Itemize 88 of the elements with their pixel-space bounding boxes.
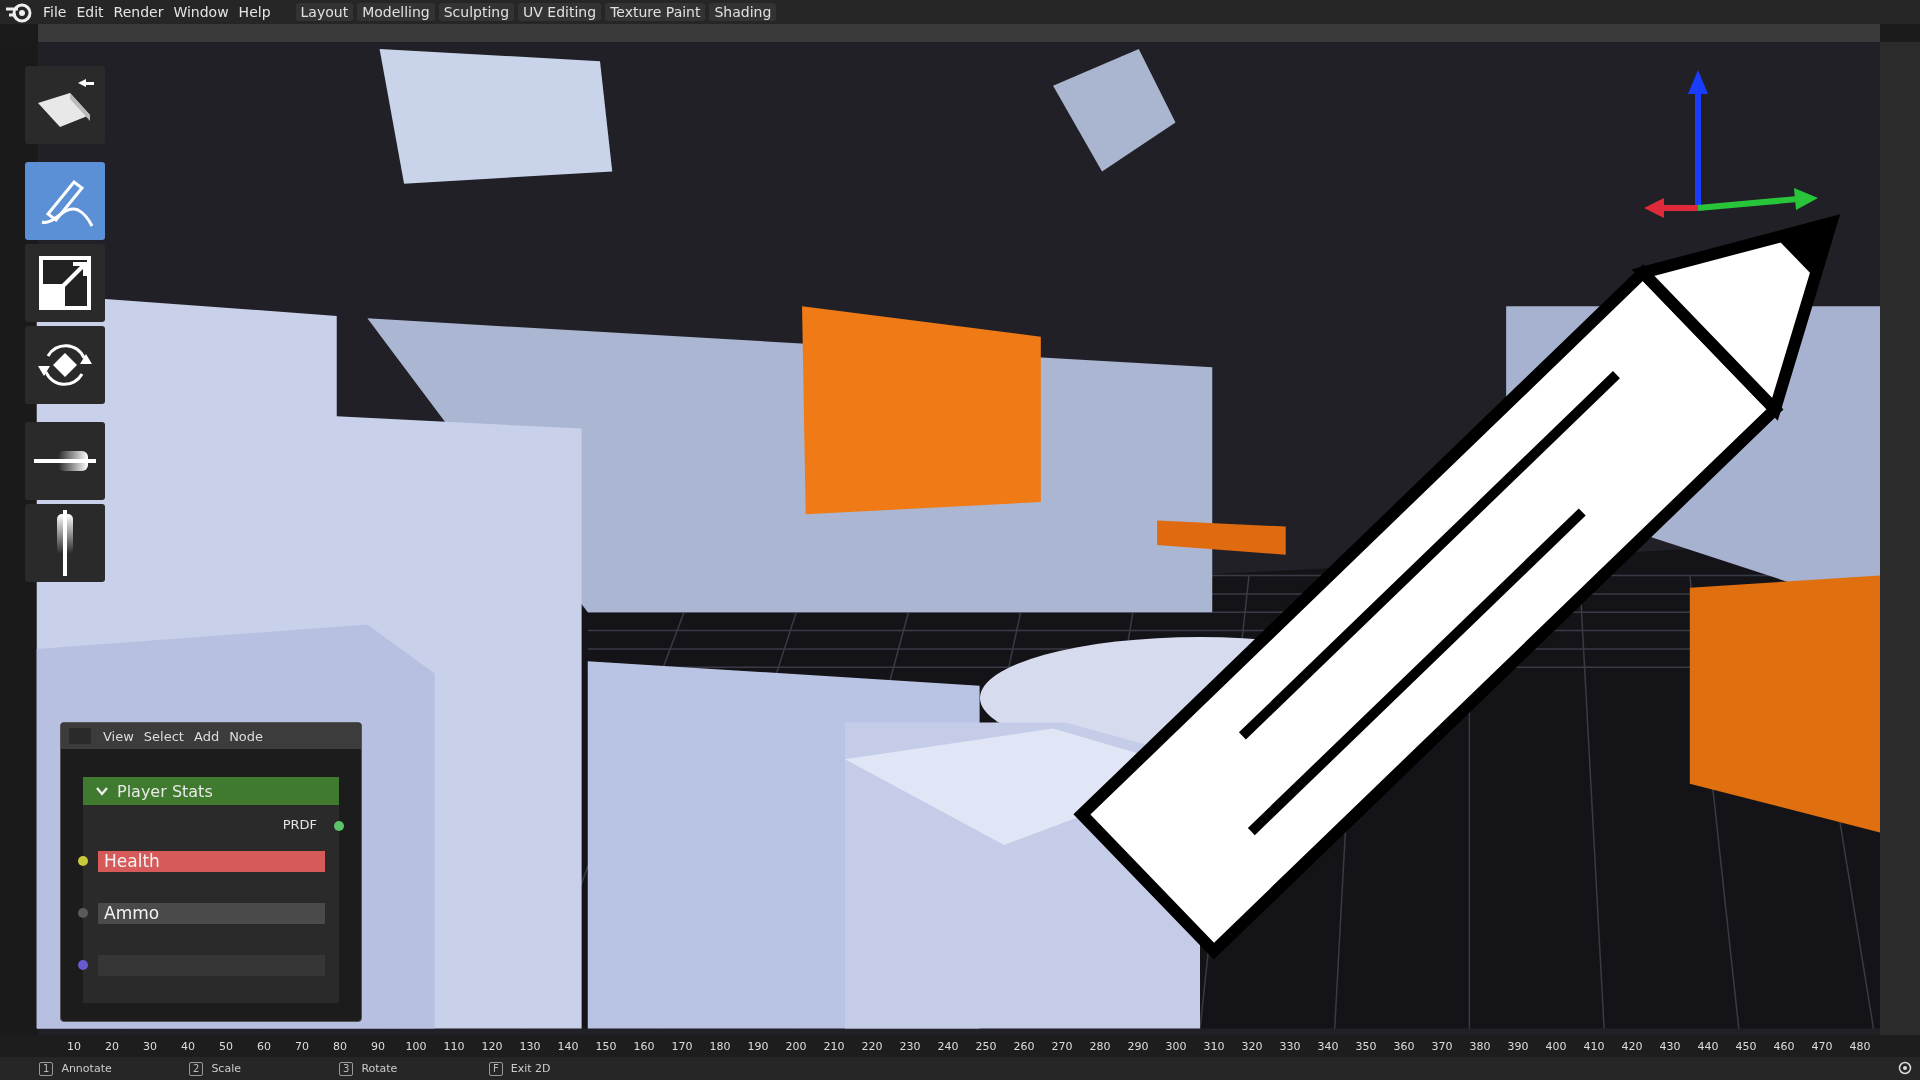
menu-item[interactable]: Window (168, 4, 234, 20)
frame-number: 50 (218, 1039, 234, 1053)
hint-label: Scale (211, 1062, 241, 1075)
workspace-tab[interactable]: Modelling (357, 3, 435, 21)
workspace-tab[interactable]: UV Editing (518, 3, 602, 21)
tool-button[interactable] (25, 326, 105, 404)
output-label: PRDF (282, 816, 317, 832)
frame-number: 120 (480, 1039, 504, 1053)
menu-item[interactable]: Select (139, 728, 188, 744)
key-hint: F (489, 1061, 503, 1076)
frame-number: 70 (294, 1039, 310, 1053)
frame-number: 430 (1658, 1039, 1682, 1053)
frame-number: 370 (1430, 1039, 1454, 1053)
frame-number: 170 (670, 1039, 694, 1053)
frame-number: 270 (1050, 1039, 1074, 1053)
chevron-icon (95, 786, 109, 796)
workspace-tab[interactable]: Texture Paint (605, 3, 706, 21)
frame-number: 190 (746, 1039, 770, 1053)
frame-number: 20 (104, 1039, 120, 1053)
frame-number: 30 (142, 1039, 158, 1053)
frame-number: 400 (1544, 1039, 1568, 1053)
frame-number: 320 (1240, 1039, 1264, 1053)
frame-number: 150 (594, 1039, 618, 1053)
menu-item[interactable]: Help (233, 4, 276, 20)
frame-number: 180 (708, 1039, 732, 1053)
frame-number: 210 (822, 1039, 846, 1053)
frame-number: 420 (1620, 1039, 1644, 1053)
frame-number: 470 (1810, 1039, 1834, 1053)
menu-item[interactable]: File (38, 4, 72, 20)
frame-number: 410 (1582, 1039, 1606, 1053)
frame-number: 60 (256, 1039, 272, 1053)
output-socket[interactable] (334, 821, 344, 831)
frame-number: 160 (632, 1039, 656, 1053)
frame-number: 230 (898, 1039, 922, 1053)
node-header[interactable]: Player Stats (83, 777, 339, 805)
input-socket[interactable] (78, 960, 88, 970)
menu-item[interactable]: View (99, 728, 138, 744)
frame-number: 460 (1772, 1039, 1796, 1053)
frame-number: 330 (1278, 1039, 1302, 1053)
workspace-tab[interactable]: Sculpting (438, 3, 515, 21)
frame-number: 140 (556, 1039, 580, 1053)
frame-number: 10 (66, 1039, 82, 1053)
frame-number: 90 (370, 1039, 386, 1053)
tool-button[interactable] (25, 422, 105, 500)
frame-number: 130 (518, 1039, 542, 1053)
hint-label: Rotate (361, 1062, 398, 1075)
hint-label: Annotate (61, 1062, 112, 1075)
app-logo-icon[interactable] (4, 1, 34, 23)
frame-number: 300 (1164, 1039, 1188, 1053)
menu-item[interactable]: Render (108, 4, 169, 20)
scale-icon (37, 254, 93, 312)
frame-number: 280 (1088, 1039, 1112, 1053)
frame-number: 480 (1848, 1039, 1872, 1053)
frame-number: 250 (974, 1039, 998, 1053)
workspace-tab[interactable]: Shading (709, 3, 777, 21)
frame-number: 350 (1354, 1039, 1378, 1053)
key-hint: 2 (189, 1061, 204, 1076)
input-socket[interactable] (78, 856, 88, 866)
frame-number: 110 (442, 1039, 466, 1053)
frame-number: 390 (1506, 1039, 1530, 1053)
frame-number: 450 (1734, 1039, 1758, 1053)
input-field[interactable]: Ammo (98, 902, 325, 924)
frame-number: 80 (332, 1039, 348, 1053)
key-hint: 1 (39, 1061, 54, 1076)
workspace-tab[interactable]: Layout (295, 3, 354, 21)
frame-number: 380 (1468, 1039, 1492, 1053)
hint-label: Exit 2D (510, 1062, 551, 1075)
target-icon[interactable] (1898, 1061, 1912, 1075)
slider-icon (32, 449, 98, 473)
frame-number: 310 (1202, 1039, 1226, 1053)
frame-number: 240 (936, 1039, 960, 1053)
frame-number: 440 (1696, 1039, 1720, 1053)
tool-button[interactable] (25, 504, 105, 582)
frame-number: 200 (784, 1039, 808, 1053)
menu-item[interactable]: Node (225, 728, 268, 744)
key-hint: 3 (339, 1061, 354, 1076)
frame-number: 100 (404, 1039, 428, 1053)
frame-number: 260 (1012, 1039, 1036, 1053)
tool-button[interactable] (25, 244, 105, 322)
frame-number: 290 (1126, 1039, 1150, 1053)
frame-number: 360 (1392, 1039, 1416, 1053)
frame-number: 220 (860, 1039, 884, 1053)
tool-button[interactable] (25, 66, 105, 144)
input-socket[interactable] (78, 908, 88, 918)
menu-item[interactable]: Edit (71, 4, 109, 20)
frame-number: 40 (180, 1039, 196, 1053)
menu-item[interactable]: Add (189, 728, 224, 744)
frame-number: 340 (1316, 1039, 1340, 1053)
